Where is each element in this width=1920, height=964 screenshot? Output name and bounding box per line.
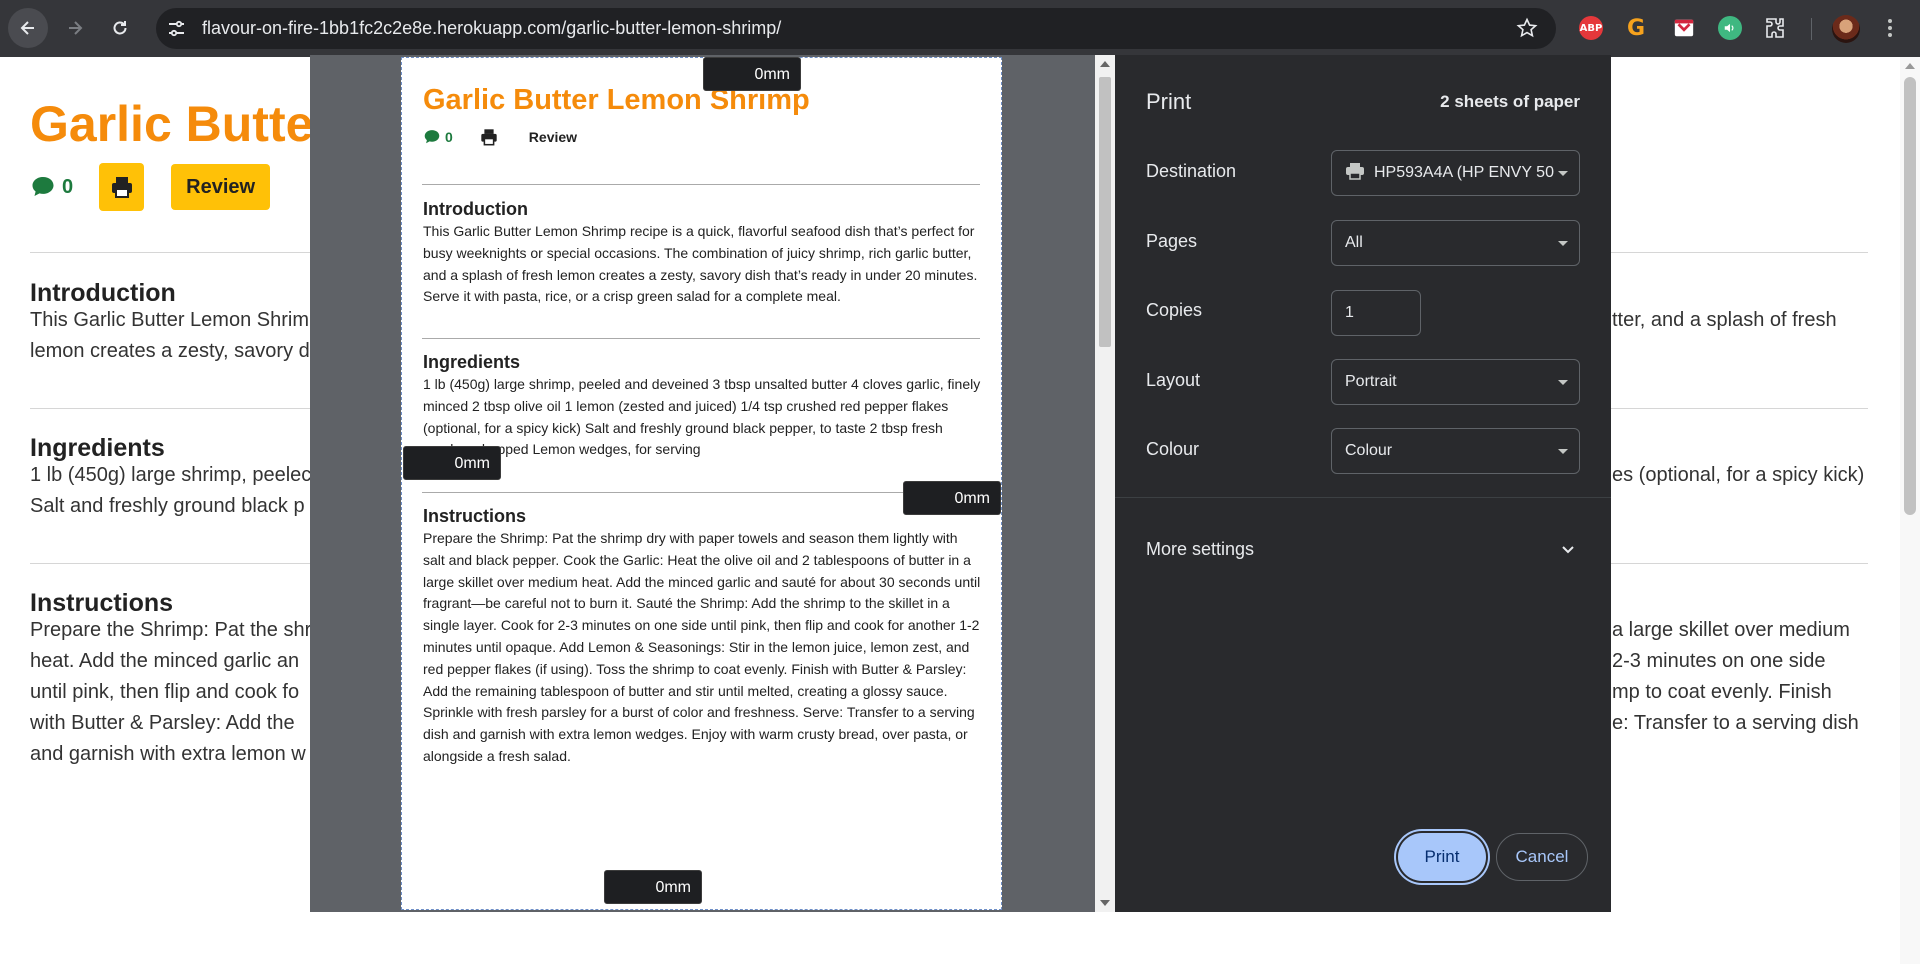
layout-select[interactable]: Portrait (1331, 359, 1580, 405)
preview-section-text: Prepare the Shrimp: Pat the shrimp dry w… (423, 530, 981, 764)
adblock-extension-icon[interactable]: ABP (1579, 16, 1603, 40)
pages-label: Pages (1146, 231, 1198, 251)
pages-select[interactable]: All (1331, 220, 1580, 266)
sound-extension-icon[interactable] (1718, 16, 1742, 40)
chevron-down-icon (1562, 546, 1574, 554)
sheet-count: 2 sheets of paper (1440, 92, 1580, 111)
preview-meta: 0 Review (423, 127, 577, 147)
print-dialog: Garlic Butter Lemon Shrimp 0 Review Intr… (310, 55, 1611, 912)
scroll-up-icon[interactable] (1905, 63, 1915, 69)
print-dialog-title: Print (1146, 89, 1192, 114)
reload-icon (113, 21, 127, 35)
profile-avatar[interactable] (1832, 15, 1860, 43)
scroll-up-icon[interactable] (1100, 61, 1110, 67)
preview-section-text: This Garlic Butter Lemon Shrimp recipe i… (423, 223, 978, 305)
section-text: 1 lb (450g) large shrimp, peelec Salt an… (30, 464, 312, 517)
toolbar-divider (1811, 18, 1812, 40)
print-preview-area: Garlic Butter Lemon Shrimp 0 Review Intr… (310, 55, 1115, 912)
review-button[interactable]: Review (171, 164, 271, 210)
section-heading: Introduction (30, 279, 176, 307)
site-settings-icon[interactable] (166, 18, 187, 39)
cancel-button[interactable]: Cancel (1496, 833, 1588, 881)
comment-icon (424, 130, 440, 144)
comment-count[interactable]: 0 (30, 174, 73, 200)
preview-section-heading: Instructions (423, 506, 527, 526)
margin-left-marker[interactable]: 0mm (403, 446, 501, 480)
reload-button[interactable] (100, 8, 140, 48)
divider (422, 184, 980, 185)
section-text-right: tter, and a splash of fresh (1612, 309, 1837, 331)
scrollbar-thumb[interactable] (1904, 77, 1916, 515)
margin-top-marker[interactable]: 0mm (703, 57, 801, 91)
back-button[interactable] (8, 8, 48, 48)
chevron-down-icon (1558, 380, 1568, 385)
print-settings-panel: Print 2 sheets of paper Destination HP59… (1115, 55, 1611, 912)
print-submit-button[interactable]: Print (1398, 833, 1486, 881)
section-text: Prepare the Shrimp: Pat the shr heat. Ad… (30, 619, 312, 765)
divider (422, 338, 980, 339)
copies-label: Copies (1146, 300, 1203, 320)
section-heading: Ingredients (30, 434, 165, 462)
url-text[interactable]: flavour-on-fire-1bb1fc2c2e8e.herokuapp.c… (202, 8, 781, 49)
settings-divider (1115, 497, 1611, 498)
forward-button[interactable] (55, 8, 95, 48)
printer-icon (481, 129, 497, 146)
destination-select[interactable]: HP593A4A (HP ENVY 50 (1331, 150, 1580, 196)
section-text-right: es (optional, for a spicy kick) (1612, 464, 1865, 486)
browser-toolbar: flavour-on-fire-1bb1fc2c2e8e.herokuapp.c… (0, 0, 1920, 57)
arrow-left-icon (20, 21, 34, 35)
copies-input[interactable]: 1 (1331, 290, 1421, 336)
preview-scrollbar[interactable] (1095, 55, 1115, 912)
margin-right-marker[interactable]: 0mm (903, 481, 1001, 515)
arrow-right-icon (69, 21, 83, 35)
address-bar[interactable]: flavour-on-fire-1bb1fc2c2e8e.herokuapp.c… (156, 8, 1556, 49)
chevron-down-icon (1558, 171, 1568, 176)
divider (422, 492, 980, 493)
colour-select[interactable]: Colour (1331, 428, 1580, 474)
extensions-puzzle-icon[interactable] (1763, 16, 1787, 40)
pocket-extension-icon[interactable] (1672, 16, 1696, 40)
preview-section-text: 1 lb (450g) large shrimp, peeled and dev… (423, 376, 981, 458)
preview-section-heading: Ingredients (423, 352, 521, 372)
browser-menu-icon[interactable] (1887, 16, 1893, 40)
scrollbar-thumb[interactable] (1099, 77, 1111, 347)
scroll-down-icon[interactable] (1100, 900, 1110, 906)
printer-icon (111, 177, 132, 198)
page-scrollbar[interactable] (1900, 57, 1920, 964)
grammarly-extension-icon[interactable]: G (1624, 16, 1648, 41)
colour-label: Colour (1146, 439, 1200, 459)
page-title: Garlic Butter (30, 96, 333, 152)
more-settings-toggle[interactable]: More settings (1146, 534, 1580, 564)
preview-comment-count: 0 (423, 128, 453, 146)
section-text-right: a large skillet over medium 2-3 minutes … (1612, 619, 1859, 734)
printer-icon (1346, 163, 1364, 181)
preview-review-label: Review (528, 129, 578, 145)
chevron-down-icon (1558, 449, 1568, 454)
section-heading: Instructions (30, 589, 174, 617)
recipe-meta: 0 Review (30, 163, 271, 211)
section-text: This Garlic Butter Lemon Shrim lemon cre… (30, 309, 310, 362)
bookmark-star-icon[interactable] (1516, 17, 1538, 39)
layout-label: Layout (1146, 370, 1201, 390)
print-button[interactable] (99, 163, 145, 211)
margin-bottom-marker[interactable]: 0mm (604, 870, 702, 904)
destination-label: Destination (1146, 161, 1237, 181)
comment-icon (32, 177, 54, 196)
comment-count-value: 0 (62, 175, 74, 198)
preview-section-heading: Introduction (423, 199, 528, 219)
chevron-down-icon (1558, 241, 1568, 246)
